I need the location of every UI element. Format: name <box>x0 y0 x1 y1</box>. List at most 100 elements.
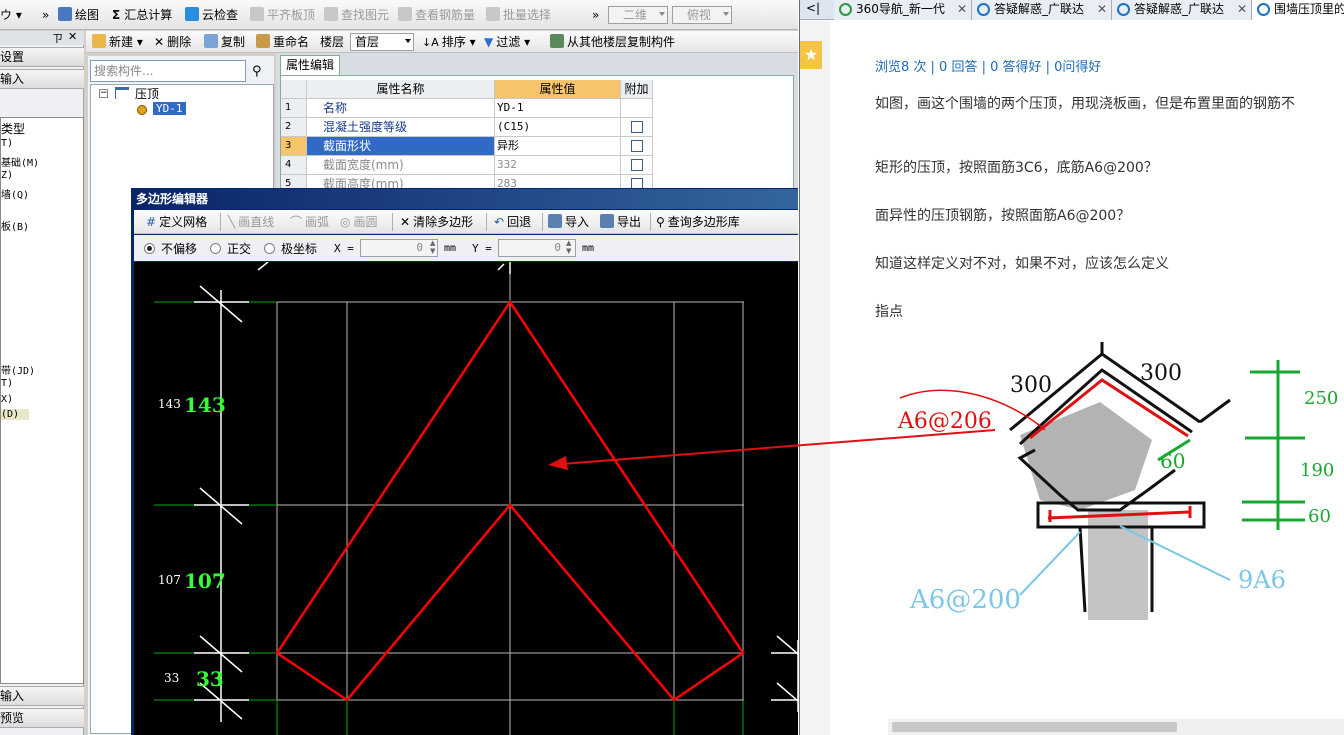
search-input[interactable]: 搜索构件... <box>90 60 246 82</box>
cloud-check-button[interactable]: 云检查 <box>185 6 238 24</box>
module-item[interactable]: 墙(Q) <box>1 186 29 201</box>
copy-button[interactable]: 复制 <box>204 33 245 51</box>
close-icon[interactable]: ✕ <box>1237 0 1247 18</box>
settings-section-button[interactable]: 设置 <box>0 47 84 67</box>
property-value-cell[interactable]: (C15) <box>495 118 621 137</box>
row-number[interactable]: 4 <box>281 156 307 175</box>
module-item[interactable]: T) <box>1 138 13 149</box>
extra-cell[interactable] <box>621 156 653 175</box>
polar-radio[interactable]: 极坐标 <box>264 240 317 258</box>
view-rebar-button[interactable]: 查看钢筋量 <box>398 6 475 24</box>
clear-polygon-button[interactable]: ✕ 清除多边形 <box>400 213 473 231</box>
question-paragraph: 如图，画这个围墙的两个压顶，用现浇板画，但是布置里面的钢筋不 <box>875 96 1295 112</box>
view-angle-select[interactable]: 俯视 <box>672 6 732 24</box>
checkbox-icon[interactable] <box>630 140 643 152</box>
input-section-button[interactable]: 输入 <box>0 69 84 89</box>
draw-button[interactable]: 绘图 <box>58 6 99 24</box>
delete-button[interactable]: ✕ 删除 <box>154 33 191 51</box>
module-item[interactable]: Z) <box>1 170 13 181</box>
checkbox-icon[interactable] <box>630 159 643 171</box>
floor-select[interactable]: 首层 <box>350 33 414 51</box>
find-element-label: 查找图元 <box>341 8 390 22</box>
search-icon[interactable]: ⚲ <box>252 64 262 79</box>
rename-button[interactable]: 重命名 <box>256 33 309 51</box>
horizontal-scrollbar[interactable] <box>888 719 1344 735</box>
undo-dropdown-icon[interactable]: ウ ▾ <box>0 6 22 24</box>
draw-line-label: 画直线 <box>238 215 275 229</box>
property-name-cell[interactable]: 截面形状 <box>307 137 495 156</box>
row-number[interactable]: 3 <box>281 137 307 156</box>
find-element-button[interactable]: 查找图元 <box>324 6 389 24</box>
tree-root-label[interactable]: 压顶 <box>135 85 159 102</box>
export-button[interactable]: 导出 <box>600 213 641 231</box>
x-input[interactable]: 0 <box>360 239 438 257</box>
top-tick <box>257 262 269 271</box>
draw-arc-button[interactable]: ⌒ 画弧 <box>290 213 329 231</box>
property-value-cell[interactable]: YD-1 <box>495 99 621 118</box>
close-icon[interactable]: ✕ <box>68 30 77 43</box>
new-button[interactable]: 新建 ▾ <box>92 33 143 51</box>
orthogonal-radio[interactable]: 正交 <box>210 240 251 258</box>
summary-calc-button[interactable]: Σ 汇总计算 <box>112 6 172 24</box>
tab-current-question[interactable]: 围墙压顶里的 <box>1252 0 1344 20</box>
polygon-canvas[interactable]: 143 143 107 107 33 33 33 <box>134 262 798 735</box>
property-value-cell[interactable]: 332 <box>495 156 621 175</box>
property-name-cell[interactable]: 截面宽度(mm) <box>307 156 495 175</box>
copy-from-floor-button[interactable]: 从其他楼层复制构件 <box>550 33 675 51</box>
property-name-cell[interactable]: 混凝土强度等级 <box>307 118 495 137</box>
row-number[interactable]: 2 <box>281 118 307 137</box>
tab-360-nav[interactable]: 360导航_新一代 ✕ <box>834 0 972 20</box>
delete-icon: ✕ <box>154 35 165 49</box>
module-item[interactable]: T) <box>1 378 13 389</box>
browser-window: <| 360导航_新一代 ✕ 答疑解惑_广联达 ✕ 答疑解惑_广联达 ✕ 围墙压顶里的… <box>799 0 1344 735</box>
tab-faq-1[interactable]: 答疑解惑_广联达 ✕ <box>972 0 1112 20</box>
property-name-cell[interactable]: 名称 <box>307 99 495 118</box>
polygon-drawing[interactable]: 143 143 107 107 33 33 33 <box>134 262 798 735</box>
undo-button[interactable]: ↶ 回退 <box>494 213 531 231</box>
no-offset-radio[interactable]: 不偏移 <box>144 240 197 258</box>
level-slab-button[interactable]: 平齐板顶 <box>250 6 315 24</box>
y-spinner-icon[interactable]: ▲ ▼ <box>566 239 571 255</box>
module-item[interactable]: 板(B) <box>1 218 29 233</box>
import-button[interactable]: 导入 <box>548 213 589 231</box>
close-icon[interactable]: ✕ <box>957 0 967 18</box>
sort-button[interactable]: ↓A 排序 ▾ <box>422 33 476 51</box>
module-navigation-panel: ㄗ ✕ 设置 输入 类型 T) 基础(M) Z) 墙(Q) 板(B) 带(JD)… <box>0 30 84 735</box>
toolbar-overflow-button[interactable]: » <box>42 6 49 24</box>
y-input[interactable]: 0 <box>498 239 576 257</box>
draw-circle-button[interactable]: ◎ 画圆 <box>340 213 378 231</box>
close-icon[interactable]: ✕ <box>1097 0 1107 18</box>
scrollbar-thumb[interactable] <box>892 722 1177 732</box>
view-mode-select[interactable]: 二维 <box>608 6 668 24</box>
bottom-input-button[interactable]: 输入 <box>0 686 84 706</box>
tab-faq-2[interactable]: 答疑解惑_广联达 ✕ <box>1112 0 1252 20</box>
extra-cell[interactable] <box>621 99 653 118</box>
module-item[interactable]: X) <box>1 394 13 405</box>
view-angle-value: 俯视 <box>687 8 712 22</box>
360-logo-icon <box>839 3 852 16</box>
tree-item-yd1[interactable]: YD-1 <box>153 102 186 115</box>
query-polygon-library-button[interactable]: ⚲ 查询多边形库 <box>656 213 740 231</box>
new-label: 新建 <box>109 35 134 49</box>
checkbox-icon[interactable] <box>630 121 643 133</box>
draw-line-button[interactable]: ╲ 画直线 <box>228 213 274 231</box>
row-number[interactable]: 1 <box>281 99 307 118</box>
module-item[interactable]: 基础(M) <box>1 154 39 169</box>
module-item[interactable]: 类型 <box>1 120 25 137</box>
filter-button[interactable]: ▼ 过滤 ▾ <box>484 33 530 51</box>
x-spinner-icon[interactable]: ▲ ▼ <box>430 239 435 255</box>
favorite-star-icon[interactable]: ★ <box>800 41 822 69</box>
property-value-cell[interactable]: 异形 <box>495 137 621 156</box>
module-item-selected[interactable]: (D) <box>1 409 30 420</box>
tab-back-button[interactable]: <| <box>806 1 820 15</box>
bottom-preview-button[interactable]: 预览 <box>0 708 84 728</box>
batch-select-button[interactable]: 批量选择 <box>486 6 551 24</box>
extra-cell[interactable] <box>621 118 653 137</box>
define-grid-button[interactable]: # 定义网格 <box>146 213 207 231</box>
tab-property-edit[interactable]: 属性编辑 <box>280 55 340 75</box>
pin-icon[interactable]: ㄗ <box>52 30 63 46</box>
extra-cell[interactable] <box>621 137 653 156</box>
toolbar-overflow-button-2[interactable]: » <box>592 6 599 24</box>
collapse-icon[interactable]: − <box>99 89 108 98</box>
module-item[interactable]: 带(JD) <box>1 362 35 377</box>
